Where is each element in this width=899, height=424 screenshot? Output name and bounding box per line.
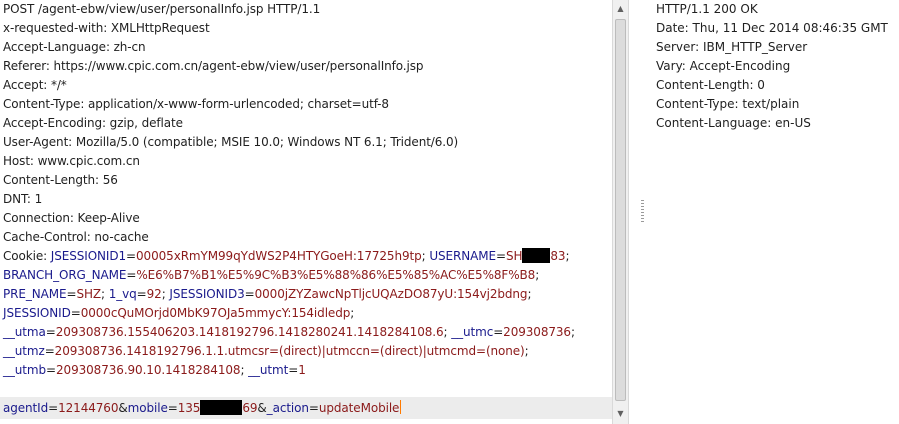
redaction-block xyxy=(522,248,551,263)
cookie-value: 0000jZYZawcNpTljcUQAzDO87yU:154vj2bdng xyxy=(254,287,528,301)
pane-splitter[interactable] xyxy=(629,0,647,424)
header-x-requested-with: x-requested-with: XMLHttpRequest xyxy=(3,21,210,35)
cookie-line-1: Cookie: JSESSIONID1=00005xRmYM99qYdWS2P4… xyxy=(3,248,570,263)
scroll-down-icon[interactable]: ▼ xyxy=(613,405,628,422)
cookie-line-4: JSESSIONID=0000cQuMOrjd0MbK97OJa5mmycY:1… xyxy=(3,306,355,320)
cookie-value: SHZ xyxy=(76,287,102,301)
header-content-type: Content-Type: application/x-www-form-url… xyxy=(3,97,389,111)
param-value: 12144760 xyxy=(58,401,119,415)
cookie-value: 209308736 xyxy=(503,325,571,339)
response-header-content-language: Content-Language: en-US xyxy=(656,116,811,130)
header-accept-language: Accept-Language: zh-cn xyxy=(3,40,146,54)
cookie-name: JSESSIONID1 xyxy=(50,249,127,263)
request-pane[interactable]: POST /agent-ebw/view/user/personalInfo.j… xyxy=(0,0,612,424)
header-referer: Referer: https://www.cpic.com.cn/agent-e… xyxy=(3,59,424,73)
param-name: _action xyxy=(266,401,309,415)
cookie-value: 209308736.1418192796.1.1.utmcsr=(direct)… xyxy=(54,344,525,358)
scroll-up-icon[interactable]: ▲ xyxy=(613,0,628,17)
header-cache-control: Cache-Control: no-cache xyxy=(3,230,149,244)
response-header-vary: Vary: Accept-Encoding xyxy=(656,59,791,73)
cookie-name: 1_vq xyxy=(108,287,137,301)
response-header-content-type: Content-Type: text/plain xyxy=(656,97,800,111)
response-header-content-length: Content-Length: 0 xyxy=(656,78,765,92)
cookie-value: SH xyxy=(505,249,523,263)
cookie-name: __utma xyxy=(3,325,46,339)
param-name: agentId xyxy=(3,401,49,415)
cookie-name: __utmt xyxy=(248,363,289,377)
redaction-block xyxy=(200,400,243,415)
param-value: 69 xyxy=(242,401,258,415)
request-body[interactable]: agentId=12144760&mobile=135 69&_action=up… xyxy=(3,399,402,418)
cookie-name: __utmb xyxy=(3,363,47,377)
cookie-name: JSESSIONID3 xyxy=(169,287,245,301)
header-accept: Accept: */* xyxy=(3,78,67,92)
cookie-name: USERNAME xyxy=(429,249,496,263)
response-status-line: HTTP/1.1 200 OK xyxy=(656,2,758,16)
header-host: Host: www.cpic.com.cn xyxy=(3,154,140,168)
cookie-line-7: __utmb=209308736.90.10.1418284108; __utm… xyxy=(3,363,306,377)
param-value: 135 xyxy=(177,401,201,415)
param-value: updateMobile xyxy=(318,401,400,415)
header-user-agent: User-Agent: Mozilla/5.0 (compatible; MSI… xyxy=(3,135,459,149)
header-content-length: Content-Length: 56 xyxy=(3,173,118,187)
response-header-date: Date: Thu, 11 Dec 2014 08:46:35 GMT xyxy=(656,21,888,35)
request-line: POST /agent-ebw/view/user/personalInfo.j… xyxy=(3,2,321,16)
cookie-name: __utmc xyxy=(451,325,494,339)
response-header-server: Server: IBM_HTTP_Server xyxy=(656,40,808,54)
cookie-name: __utmz xyxy=(3,344,45,358)
header-connection: Connection: Keep-Alive xyxy=(3,211,140,225)
cookie-value: 00005xRmYM99qYdWS2P4HTYGoeH:17725h9tp xyxy=(136,249,422,263)
cookie-value: 1 xyxy=(298,363,306,377)
cookie-line-3: PRE_NAME=SHZ; 1_vq=92; JSESSIONID3=0000j… xyxy=(3,287,532,301)
splitter-grip-icon[interactable] xyxy=(641,200,644,222)
cookie-value: 92 xyxy=(146,287,162,301)
cookie-value: 209308736.90.10.1418284108 xyxy=(56,363,241,377)
header-dnt: DNT: 1 xyxy=(3,192,43,206)
cookie-label: Cookie: xyxy=(3,249,51,263)
cookie-value: 209308736.155406203.1418192796.141828024… xyxy=(55,325,444,339)
cookie-line-2: BRANCH_ORG_NAME=%E6%B7%B1%E5%9C%B3%E5%88… xyxy=(3,268,540,282)
cookie-value: 0000cQuMOrjd0MbK97OJa5mmycY:154idledp xyxy=(80,306,351,320)
cookie-name: JSESSIONID xyxy=(3,306,71,320)
header-accept-encoding: Accept-Encoding: gzip, deflate xyxy=(3,116,183,130)
cookie-value: %E6%B7%B1%E5%9C%B3%E5%88%86%E5%85%AC%E5%… xyxy=(136,268,536,282)
response-pane[interactable]: HTTP/1.1 200 OK Date: Thu, 11 Dec 2014 0… xyxy=(647,0,899,424)
request-scrollbar[interactable]: ▲ ▼ xyxy=(612,0,629,424)
cookie-value: 83 xyxy=(550,249,566,263)
cookie-name: PRE_NAME xyxy=(3,287,67,301)
param-name: mobile xyxy=(127,401,168,415)
cookie-name: BRANCH_ORG_NAME xyxy=(3,268,127,282)
cookie-line-5: __utma=209308736.155406203.1418192796.14… xyxy=(3,325,575,339)
cookie-line-6: __utmz=209308736.1418192796.1.1.utmcsr=(… xyxy=(3,344,529,358)
text-caret xyxy=(400,400,402,414)
scroll-thumb[interactable] xyxy=(615,19,626,401)
